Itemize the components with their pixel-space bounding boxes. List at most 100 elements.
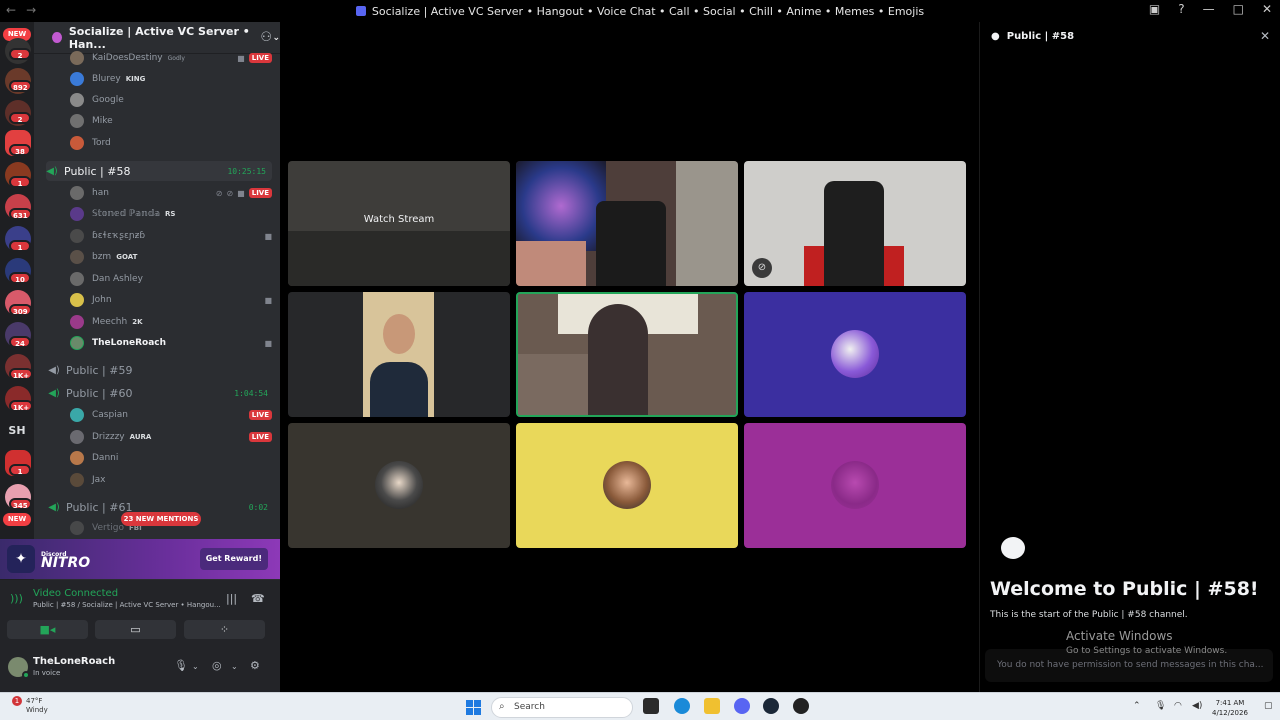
voice-user[interactable]: Danni: [70, 449, 274, 467]
current-user-status: In voice: [33, 669, 61, 677]
nitro-banner[interactable]: ✦ Discord NITRO Get Reward!: [0, 539, 280, 579]
voice-user[interactable]: Google: [70, 91, 274, 109]
user-tag: GOAT: [116, 253, 138, 261]
taskbar-search[interactable]: ⌕ Search: [491, 697, 633, 718]
voice-user[interactable]: Blurey KING: [70, 70, 274, 88]
voice-channel-public-60[interactable]: ◀) Public | #60 1:04:54: [48, 383, 274, 403]
voice-user[interactable]: han ⊘ ⊘ ■ LIVE: [70, 184, 274, 202]
voice-channel-public-59[interactable]: ◀) Public | #59: [48, 360, 274, 380]
volume-icon[interactable]: ◀): [1192, 701, 1202, 711]
get-reward-button[interactable]: Get Reward!: [199, 548, 268, 570]
chevron-down-icon[interactable]: ⌄: [192, 662, 199, 671]
voice-channel-public-58[interactable]: ◀) Public | #58 10:25:15: [46, 161, 272, 181]
system-clock[interactable]: 7:41 AM 4/12/2026: [1212, 698, 1248, 718]
wifi-icon[interactable]: ◠: [1174, 701, 1182, 711]
server-initials[interactable]: SH: [0, 424, 34, 437]
chat-channel-title: Public | #58: [1006, 31, 1075, 42]
minimize-icon[interactable]: —: [1203, 2, 1215, 16]
avatar-tile[interactable]: [516, 423, 738, 548]
weather-widget[interactable]: 47°F Windy: [8, 697, 48, 715]
screen-share-button[interactable]: ▭: [95, 620, 176, 639]
voice-user[interactable]: 𝕊𝕥𝕠𝕟𝕖𝕕 ℙ𝕒𝕟𝕕𝕒 RS: [70, 205, 274, 223]
microphone-icon[interactable]: 🎙︎: [174, 659, 188, 672]
unread-badge: 631: [9, 208, 32, 220]
settings-gear-icon[interactable]: ⚙: [250, 659, 260, 672]
close-icon[interactable]: ✕: [1260, 29, 1270, 43]
activities-button[interactable]: ⁘: [184, 620, 265, 639]
new-mentions-pill[interactable]: 23 NEW MENTIONS: [121, 512, 201, 526]
headphones-icon[interactable]: ◎: [212, 659, 222, 672]
close-window-icon[interactable]: ✕: [1262, 2, 1272, 16]
gaming-chair: [596, 201, 666, 286]
voice-user[interactable]: Drizzzy AURA LIVE: [70, 428, 274, 446]
voice-user-self[interactable]: TheLoneRoach ■: [70, 334, 274, 352]
gaming-chair: [824, 181, 884, 286]
tapestry: [516, 161, 606, 251]
avatar: [70, 521, 84, 535]
signal-icon[interactable]: ))): [10, 592, 23, 605]
speaker-icon: ◀): [48, 387, 60, 399]
voice-user[interactable]: Mike: [70, 112, 274, 130]
user-tag: Godly: [167, 54, 185, 62]
voice-status: Video Connected: [33, 588, 119, 599]
avatar-tile[interactable]: [744, 292, 966, 417]
video-tile[interactable]: ⊘: [744, 161, 966, 286]
voice-user[interactable]: Meechh 2K: [70, 313, 274, 331]
video-tile[interactable]: [288, 292, 510, 417]
microphone-tray-icon[interactable]: 🎙︎: [1155, 701, 1166, 711]
help-icon[interactable]: ?: [1178, 2, 1184, 16]
unread-badge: 1: [9, 240, 31, 252]
chevron-down-icon[interactable]: ⌄: [272, 33, 280, 43]
forward-arrow-icon[interactable]: →: [26, 3, 36, 17]
status-indicators: ■: [264, 339, 272, 348]
voice-user[interactable]: Jax: [70, 471, 274, 489]
stream-preview: [288, 231, 510, 286]
camera-button[interactable]: ■◂: [7, 620, 88, 639]
voice-user[interactable]: KaiDoesDestiny Godly ■ LIVE: [70, 49, 274, 67]
tray-expand-icon[interactable]: ⌃: [1133, 701, 1141, 711]
stream-tile[interactable]: Watch Stream: [288, 161, 510, 286]
user-tag: RS: [165, 210, 176, 218]
back-arrow-icon[interactable]: ←: [6, 3, 16, 17]
windows-taskbar: 1 47°F Windy ⌕ Search ⌃ 🎙︎ ◠ ◀) 7:41 AM …: [0, 692, 1280, 720]
nitro-text: Discord NITRO: [41, 550, 90, 570]
watch-stream-label[interactable]: Watch Stream: [288, 214, 510, 225]
voice-channel-path[interactable]: Public | #58 / Socialize | Active VC Ser…: [33, 601, 223, 609]
add-member-icon[interactable]: ⚇: [260, 30, 272, 45]
voice-user[interactable]: bzm GOAT: [70, 248, 274, 266]
avatar: [70, 272, 84, 286]
chevron-down-icon[interactable]: ⌄: [231, 662, 238, 671]
discord-taskbar-icon[interactable]: [734, 698, 750, 714]
notifications-icon[interactable]: ▢: [1264, 701, 1273, 711]
avatar-tile[interactable]: [744, 423, 966, 548]
avatar-tile[interactable]: [288, 423, 510, 548]
voice-user[interactable]: Dan Ashley: [70, 270, 274, 288]
avatar[interactable]: [8, 657, 30, 679]
voice-user[interactable]: Tord: [70, 134, 274, 152]
status-indicators: ■: [264, 232, 272, 241]
windows-start-icon[interactable]: [466, 700, 481, 715]
username: han: [92, 188, 109, 198]
voice-user[interactable]: ɓɛɬɛҡʂɛɲƶɓ ■: [70, 227, 274, 245]
noise-suppression-icon[interactable]: |||: [226, 592, 237, 605]
maximize-icon[interactable]: □: [1233, 2, 1244, 16]
file-explorer-icon[interactable]: [704, 698, 720, 714]
video-tile[interactable]: [516, 161, 738, 286]
task-view-icon[interactable]: [643, 698, 659, 714]
voice-user[interactable]: John ■: [70, 291, 274, 309]
window-title: Socialize | Active VC Server • Hangout •…: [355, 5, 924, 18]
inbox-icon[interactable]: ▣: [1149, 2, 1160, 16]
chair-arm: [884, 246, 904, 286]
new-pill[interactable]: NEW: [3, 513, 31, 526]
avatar: [70, 336, 84, 350]
video-grid: Watch Stream ⊘: [280, 22, 973, 692]
video-tile-speaking[interactable]: [516, 292, 738, 417]
unread-badge: 309: [9, 304, 32, 316]
unread-badge: 1: [9, 176, 31, 188]
voice-user[interactable]: Caspian LIVE: [70, 406, 274, 424]
app-icon[interactable]: [793, 698, 809, 714]
steam-icon[interactable]: [763, 698, 779, 714]
edge-browser-icon[interactable]: [674, 698, 690, 714]
mic-off-icon: ⊘: [752, 258, 772, 278]
disconnect-icon[interactable]: ☎: [251, 592, 265, 605]
